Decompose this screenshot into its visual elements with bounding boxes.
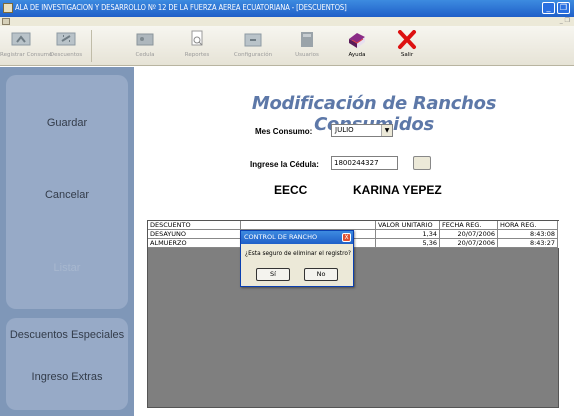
app-icon [3,3,13,13]
report-icon [185,30,209,50]
table-row[interactable]: ALMUERZO 4 5,36 20/07/2006 8:43:27 [148,239,560,248]
register-icon [9,30,33,50]
sidebar: Guardar Cancelar Listar Descuentos Espec… [0,67,134,416]
column-header[interactable]: FECHA REG. [440,221,498,230]
special-discounts-button[interactable]: Descuentos Especiales [6,329,128,342]
extra-income-button[interactable]: Ingreso Extras [6,371,128,383]
search-id-button[interactable] [413,156,431,170]
discount-icon [54,30,78,50]
toolbar-label: Cedula [135,52,155,58]
cell-fecha: 20/07/2006 [440,230,498,239]
toolbar-descuentos[interactable]: Descuentos [46,28,86,64]
toolbar-label: Reportes [184,52,210,58]
cancel-button[interactable]: Cancelar [6,189,128,201]
toolbar-label: Registrar Consumo [0,52,53,58]
toolbar-separator [91,30,92,62]
toolbar-label: Descuentos [49,52,83,58]
window-titlebar: ALA DE INVESTIGACION Y DESARROLLO Nº 12 … [0,0,574,17]
chevron-down-icon[interactable]: ▼ [381,125,392,136]
minimize-button[interactable]: _ [542,2,555,14]
toolbar-salir[interactable]: Salir [390,28,424,64]
column-header[interactable]: DESCUENTO [148,221,241,230]
cell-valor: 1,34 [376,230,440,239]
cell-hora: 8:43:27 [498,239,558,248]
dialog-title: CONTROL DE RANCHO [244,233,318,241]
save-button[interactable]: Guardar [6,117,128,129]
list-button[interactable]: Listar [6,262,128,274]
id-label: Ingrese la Cédula: [250,160,319,169]
month-label: Mes Consumo: [255,127,313,136]
toolbar-cedula[interactable]: Cedula [128,28,162,64]
toolbar-label: Salir [400,52,414,58]
menubar: _ ❐ [0,17,574,26]
column-header[interactable] [241,221,376,230]
extras-panel: Descuentos Especiales Ingreso Extras [6,318,128,410]
yes-button[interactable]: Sí [256,268,290,281]
rank-label: EECC [274,183,308,197]
column-header[interactable]: VALOR UNITARIO [376,221,440,230]
help-book-icon [345,30,369,50]
toolbar: Registrar Consumo Descuentos Cedula Repo… [0,26,574,66]
window-title: ALA DE INVESTIGACION Y DESARROLLO Nº 12 … [15,3,347,12]
actions-panel: Guardar Cancelar Listar [6,75,128,309]
id-input[interactable]: 1800244327 [331,156,398,170]
toolbar-label: Configuración [233,52,273,58]
id-card-icon [133,30,157,50]
no-button[interactable]: No [304,268,338,281]
dialog-titlebar: CONTROL DE RANCHO X [241,231,353,244]
month-select[interactable]: JULIO ▼ [331,124,393,137]
child-window-icon[interactable] [2,18,10,25]
table-header: DESCUENTO VALOR UNITARIO FECHA REG. HORA… [148,221,560,230]
toolbar-label: Ayuda [348,52,366,58]
confirm-dialog: CONTROL DE RANCHO X ¿Esta seguro de elim… [240,230,354,287]
month-select-value: JULIO [335,126,354,134]
restore-button[interactable]: ❐ [557,2,570,14]
table-row[interactable]: DESAYUNO 2 1,34 20/07/2006 8:43:08 [148,230,560,239]
cell-hora: 8:43:08 [498,230,558,239]
close-icon[interactable]: X [342,233,351,242]
cell-valor: 5,36 [376,239,440,248]
toolbar-ayuda[interactable]: Ayuda [340,28,374,64]
toolbar-usuarios[interactable]: Usuarios [290,28,324,64]
exit-x-icon [395,30,419,50]
cell-fecha: 20/07/2006 [440,239,498,248]
column-header[interactable]: HORA REG. [498,221,558,230]
child-window-controls[interactable]: _ ❐ [560,17,570,24]
settings-icon [241,30,265,50]
toolbar-reportes[interactable]: Reportes [180,28,214,64]
toolbar-registrar-consumo[interactable]: Registrar Consumo [0,28,53,64]
dialog-message: ¿Esta seguro de eliminar el registro? [245,251,351,257]
cell-descuento: DESAYUNO [148,230,241,239]
users-icon [295,30,319,50]
cell-descuento: ALMUERZO [148,239,241,248]
person-name: KARINA YEPEZ [353,183,442,197]
main-form: Modificación de Ranchos Consumidos Mes C… [134,67,574,416]
toolbar-label: Usuarios [295,52,319,58]
toolbar-configuracion[interactable]: Configuración [231,28,275,64]
